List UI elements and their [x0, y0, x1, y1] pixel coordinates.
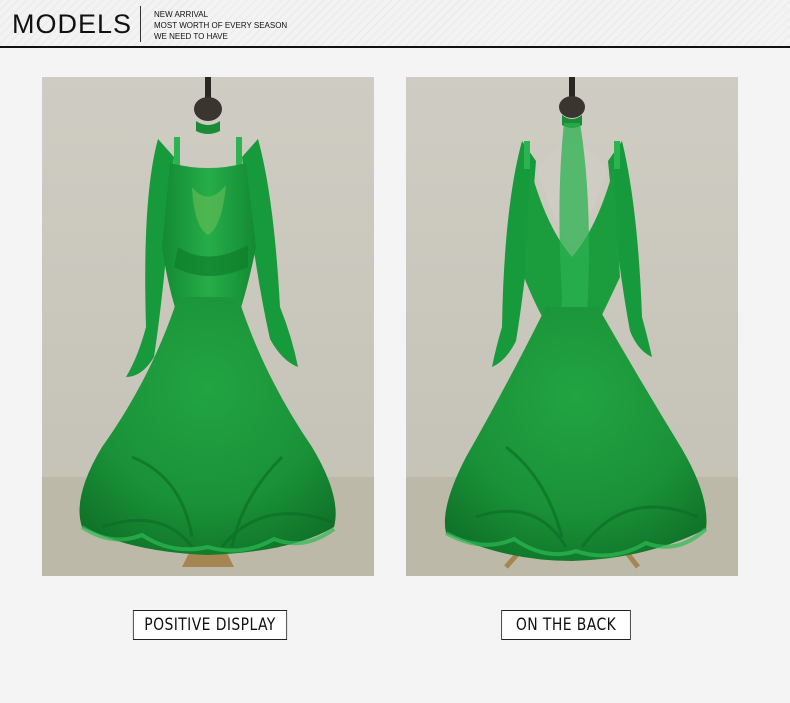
caption-positive-display: POSITIVE DISPLAY [132, 610, 288, 640]
section-title: MODELS [12, 9, 133, 39]
subtitle-line-2: MOST WORTH OF EVERY SEASON [154, 21, 288, 30]
caption-on-the-back: ON THE BACK [501, 610, 631, 640]
dress-back-photo [406, 77, 738, 576]
subtitle-line-3: WE NEED TO HAVE [154, 32, 228, 41]
dress-front-photo [42, 77, 374, 576]
subtitle-line-1: NEW ARRIVAL [154, 10, 209, 19]
title-separator [140, 6, 141, 42]
section-subtitle: NEW ARRIVAL MOST WORTH OF EVERY SEASON W… [154, 9, 287, 42]
